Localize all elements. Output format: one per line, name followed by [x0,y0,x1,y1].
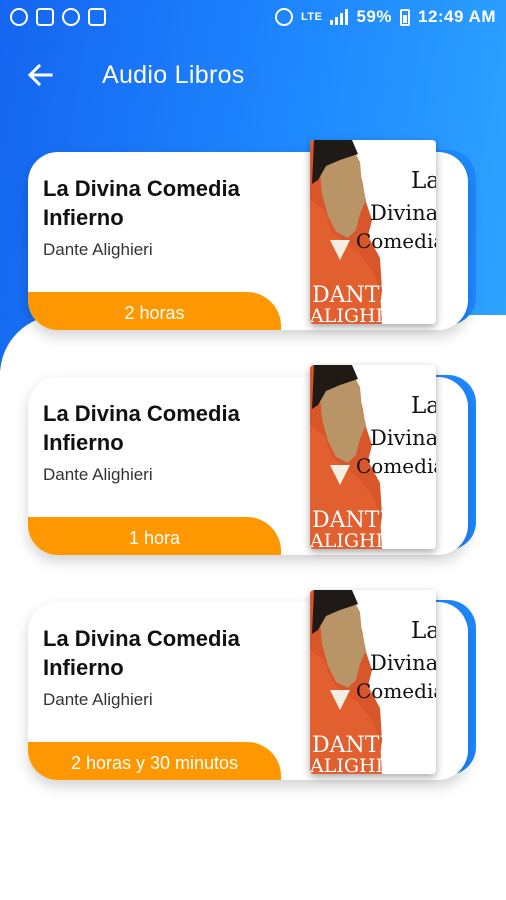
duration-badge: 1 hora [28,517,281,555]
book-title-line: La Divina Comedia [43,626,240,651]
cover-title: La [411,393,436,419]
duration-label: 2 horas y 30 minutos [70,752,239,773]
cover-author: ALIGHIERI [310,305,419,324]
book-title-line: La Divina Comedia [43,401,240,426]
cover-title: La [411,618,436,644]
book-cover: La Divina Comedia DANTE ALIGHIERI [310,365,436,549]
duration-label: 1 hora [128,527,181,548]
book-card[interactable]: La Divina Comedia Infierno Dante Alighie… [28,365,478,555]
book-title: La Divina Comedia Infierno [43,174,293,232]
book-title-line: Infierno [43,205,124,230]
book-title-line: La Divina Comedia [43,176,240,201]
cover-title: Divina [370,201,436,225]
book-title: La Divina Comedia Infierno [43,624,293,682]
duration-label: 2 horas [124,302,185,323]
book-card[interactable]: La Divina Comedia Infierno Dante Alighie… [28,590,478,780]
duration-badge: 2 horas [28,292,281,330]
cover-title: La [411,168,436,194]
book-author: Dante Alighieri [43,240,153,259]
cover-author: ALIGHIERI [310,755,419,774]
book-title-line: Infierno [43,430,124,455]
duration-badge: 2 horas y 30 minutos [28,742,281,780]
book-list: La Divina Comedia Infierno Dante Alighie… [0,0,506,900]
cover-title: Divina [370,426,436,450]
book-title-line: Infierno [43,655,124,680]
book-card[interactable]: La Divina Comedia Infierno Dante Alighie… [28,140,478,330]
book-author: Dante Alighieri [43,465,153,484]
book-title: La Divina Comedia Infierno [43,399,293,457]
cover-title: Divina [370,651,436,675]
book-cover: La Divina Comedia DANTE ALIGHIERI [310,140,436,324]
cover-title: Comedia [356,454,436,478]
cover-author: ALIGHIERI [310,530,419,549]
book-cover: La Divina Comedia DANTE ALIGHIERI [310,590,436,774]
cover-title: Comedia [356,229,436,253]
book-author: Dante Alighieri [43,690,153,709]
cover-title: Comedia [356,679,436,703]
